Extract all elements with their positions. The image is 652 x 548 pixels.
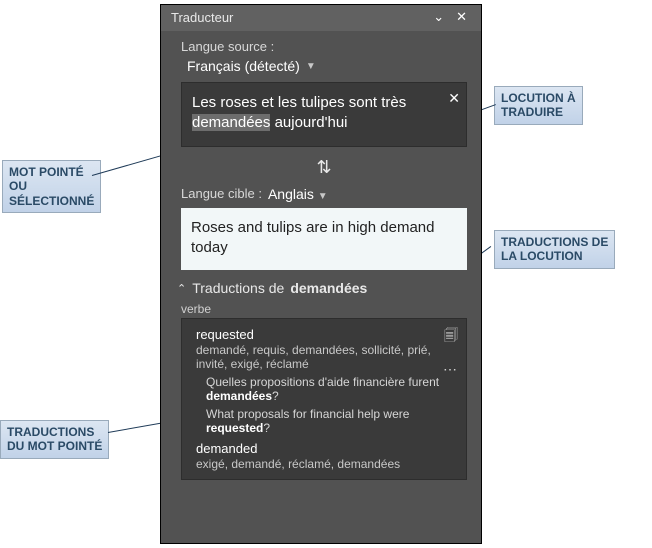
word-header-word: demandées [290,280,367,296]
callout-mot-pointe: MOT POINTÉ OU SÉLECTIONNÉ [2,160,101,213]
source-language-value: Français (détecté) [187,58,300,74]
source-language-dropdown[interactable]: Français (détecté) ▼ [187,58,467,74]
titlebar: Traducteur ⌄ ✕ [161,5,481,31]
example-source: Quelles propositions d'aide financière f… [206,375,458,403]
copy-icon[interactable]: 🗐 [444,325,458,349]
chevron-down-icon: ▼ [306,61,316,72]
part-of-speech: verbe [181,302,467,316]
example-src-post: ? [272,389,279,403]
headword: demanded [196,441,458,456]
panel-title: Traducteur [171,10,427,25]
example-src-bold: demandées [206,389,272,403]
source-text-box[interactable]: ✕ Les roses et les tulipes sont très dem… [181,82,467,147]
example-tgt-bold: requested [206,421,263,435]
swap-languages-icon[interactable]: ⇅ [316,157,331,177]
target-language-value: Anglais [268,186,314,202]
headword: requested [196,327,458,342]
word-header-prefix: Traductions de [192,280,284,296]
example-tgt-pre: What proposals for financial help were [206,407,409,421]
callout-trad-locution: TRADUCTIONS DE LA LOCUTION [494,230,615,269]
highlighted-word: demandées [192,114,270,131]
definitions-box: 🗐 ⋯ requested demandé, requis, demandées… [181,318,467,480]
word-translations-toggle[interactable]: ⌃ Traductions de demandées [177,280,467,296]
synonyms: demandé, requis, demandées, sollicité, p… [196,343,458,371]
more-icon[interactable]: ⋯ [443,361,458,378]
minimize-icon[interactable]: ⌄ [427,9,450,25]
callout-trad-mot: TRADUCTIONS DU MOT POINTÉ [0,420,109,459]
definition-entry: requested demandé, requis, demandées, so… [196,327,458,435]
target-language-dropdown[interactable]: Anglais ▼ [268,186,328,202]
example-src-pre: Quelles propositions d'aide financière f… [206,375,439,389]
definition-entry: demanded exigé, demandé, réclamé, demand… [196,441,458,471]
chevron-down-icon: ▼ [318,191,328,202]
translator-panel: Traducteur ⌄ ✕ Langue source : Français … [160,4,482,544]
target-language-label: Langue cible : [181,186,262,201]
source-text-pre: Les roses et les tulipes sont très [192,94,406,111]
synonyms: exigé, demandé, réclamé, demandées [196,457,458,471]
source-language-label: Langue source : [181,39,467,54]
close-icon[interactable]: ✕ [450,9,473,25]
translation-result: Roses and tulips are in high demand toda… [181,208,467,271]
chevron-up-icon: ⌃ [177,282,186,295]
clear-source-icon[interactable]: ✕ [448,89,460,108]
example-tgt-post: ? [263,421,270,435]
source-text-post: aujourd'hui [270,114,347,131]
example-target: What proposals for financial help were r… [206,407,458,435]
callout-locution: LOCUTION À TRADUIRE [494,86,583,125]
